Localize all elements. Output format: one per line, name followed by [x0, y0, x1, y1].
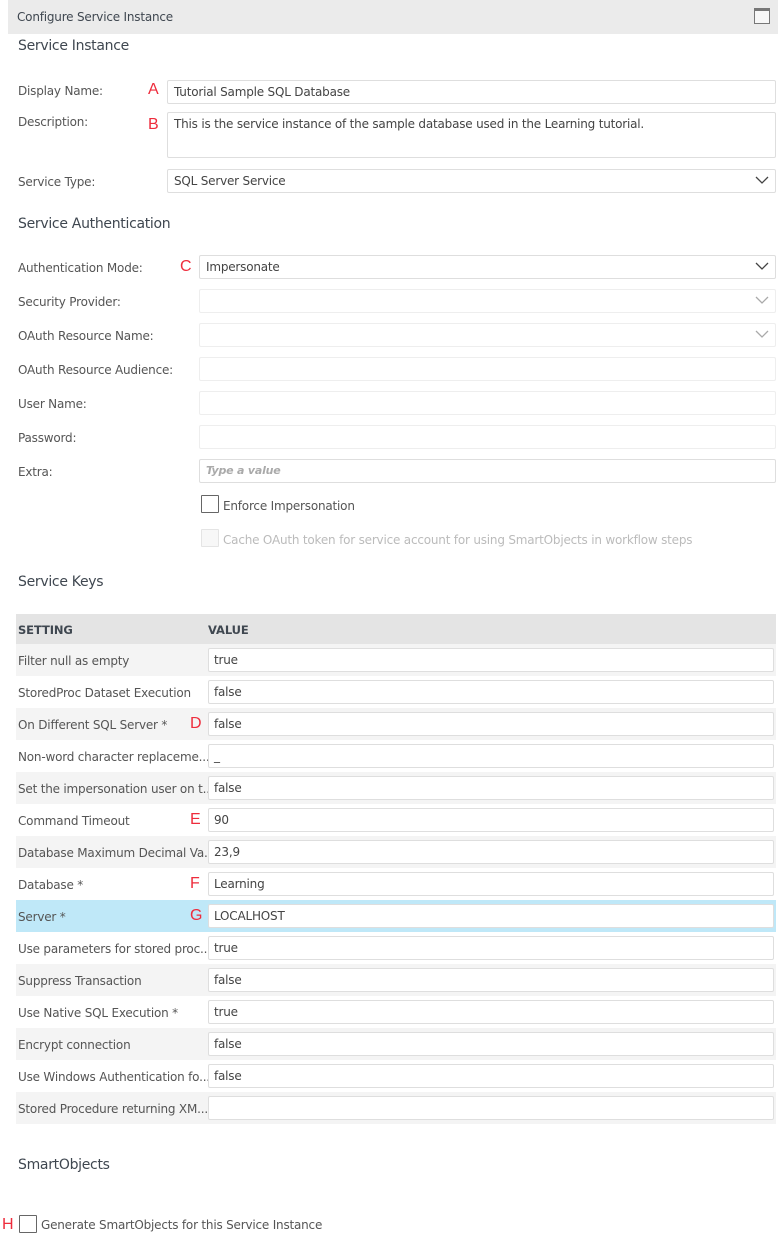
service-keys-table: SETTING VALUE Filter null as empty true St… — [16, 614, 776, 1124]
section-title-service-instance: Service Instance — [18, 38, 129, 54]
column-header-setting: SETTING — [18, 623, 73, 637]
service-type-select[interactable]: SQL Server Service — [167, 169, 776, 193]
setting-name: Server * — [18, 910, 66, 924]
table-header: SETTING VALUE — [16, 614, 776, 644]
table-row[interactable]: Use parameters for stored proc... true — [16, 932, 776, 964]
enforce-impersonation-checkbox[interactable] — [201, 495, 219, 513]
annotation-marker-a: A — [148, 81, 159, 98]
service-type-label: Service Type: — [18, 175, 96, 189]
generate-smartobjects-checkbox[interactable] — [19, 1215, 37, 1233]
window-maximize-icon[interactable] — [754, 8, 770, 24]
enforce-impersonation-label: Enforce Impersonation — [223, 499, 355, 513]
section-title-service-authentication: Service Authentication — [18, 216, 171, 232]
table-row[interactable]: Use Windows Authentication fo... false — [16, 1060, 776, 1092]
setting-name: StoredProc Dataset Execution — [18, 686, 191, 700]
oauth-resource-name-label: OAuth Resource Name: — [18, 329, 154, 343]
description-label: Description: — [18, 115, 88, 129]
setting-value-input[interactable]: false — [208, 1064, 774, 1088]
password-label: Password: — [18, 431, 77, 445]
setting-name: On Different SQL Server * — [18, 718, 168, 732]
authentication-mode-label: Authentication Mode: — [18, 261, 143, 275]
dialog-title: Configure Service Instance — [17, 10, 173, 24]
setting-value-input[interactable] — [208, 1096, 774, 1120]
security-provider-label: Security Provider: — [18, 295, 121, 309]
setting-name: Use Windows Authentication fo... — [18, 1070, 210, 1084]
annotation-marker-g: G — [190, 907, 203, 924]
table-row[interactable]: Set the impersonation user on t... false — [16, 772, 776, 804]
setting-value-input[interactable]: true — [208, 648, 774, 672]
service-type-value: SQL Server Service — [174, 174, 286, 188]
setting-name: Set the impersonation user on t... — [18, 782, 214, 796]
setting-name: Suppress Transaction — [18, 974, 142, 988]
table-row[interactable]: Server * G LOCALHOST — [16, 900, 776, 932]
setting-name: Command Timeout — [18, 814, 130, 828]
extra-label: Extra: — [18, 465, 53, 479]
setting-name: Use parameters for stored proc... — [18, 942, 211, 956]
display-name-label: Display Name: — [18, 84, 103, 98]
cache-oauth-token-label: Cache OAuth token for service account fo… — [223, 533, 693, 547]
generate-smartobjects-label: Generate SmartObjects for this Service I… — [41, 1218, 323, 1232]
authentication-mode-value: Impersonate — [206, 260, 280, 274]
chevron-down-icon — [755, 295, 769, 305]
annotation-marker-d: D — [190, 715, 202, 732]
setting-name: Use Native SQL Execution * — [18, 1006, 178, 1020]
setting-value-input[interactable]: Learning — [208, 872, 774, 896]
table-row[interactable]: Filter null as empty true — [16, 644, 776, 676]
password-input[interactable] — [199, 425, 776, 449]
section-title-smartobjects: SmartObjects — [18, 1157, 110, 1173]
user-name-input[interactable] — [199, 391, 776, 415]
chevron-down-icon — [755, 329, 769, 339]
table-row[interactable]: Suppress Transaction false — [16, 964, 776, 996]
table-row[interactable]: Database * F Learning — [16, 868, 776, 900]
description-textarea[interactable]: This is the service instance of the samp… — [167, 112, 776, 158]
annotation-marker-c: C — [180, 258, 192, 275]
column-header-value: VALUE — [208, 623, 249, 637]
security-provider-select[interactable] — [199, 289, 776, 313]
annotation-marker-b: B — [148, 116, 159, 133]
display-name-input[interactable]: Tutorial Sample SQL Database — [167, 80, 776, 104]
authentication-mode-select[interactable]: Impersonate — [199, 255, 776, 279]
table-row[interactable]: On Different SQL Server * Dfalse — [16, 708, 776, 740]
dialog-title-bar: Configure Service Instance — [8, 0, 778, 34]
chevron-down-icon — [755, 261, 769, 271]
setting-name: Non-word character replaceme... — [18, 750, 210, 764]
setting-name: Database * — [18, 878, 84, 892]
setting-value-input[interactable]: true — [208, 1000, 774, 1024]
table-row[interactable]: Database Maximum Decimal Va... 23,9 — [16, 836, 776, 868]
user-name-label: User Name: — [18, 397, 87, 411]
table-row[interactable]: Stored Procedure returning XM... — [16, 1092, 776, 1124]
oauth-resource-name-select[interactable] — [199, 323, 776, 347]
annotation-marker-h: H — [2, 1216, 14, 1233]
annotation-marker-f: F — [190, 875, 200, 892]
table-row[interactable]: Use Native SQL Execution * true — [16, 996, 776, 1028]
setting-value-input[interactable]: false — [208, 680, 774, 704]
table-row[interactable]: Encrypt connection false — [16, 1028, 776, 1060]
setting-value-input[interactable]: 90 — [208, 808, 774, 832]
setting-value-input[interactable]: false — [208, 968, 774, 992]
table-row[interactable]: StoredProc Dataset Execution false — [16, 676, 776, 708]
setting-value-input[interactable]: false — [208, 776, 774, 800]
setting-name: Stored Procedure returning XM... — [18, 1102, 208, 1116]
extra-input[interactable]: Type a value — [199, 459, 776, 483]
table-row[interactable]: Non-word character replaceme... _ — [16, 740, 776, 772]
annotation-marker-e: E — [190, 811, 201, 828]
table-row[interactable]: Command Timeout E 90 — [16, 804, 776, 836]
setting-name: Encrypt connection — [18, 1038, 131, 1052]
setting-value-input[interactable]: 23,9 — [208, 840, 774, 864]
setting-value-input[interactable]: false — [208, 712, 774, 736]
section-title-service-keys: Service Keys — [18, 574, 104, 590]
oauth-resource-audience-label: OAuth Resource Audience: — [18, 363, 173, 377]
setting-value-input[interactable]: _ — [208, 744, 774, 768]
oauth-resource-audience-input[interactable] — [199, 357, 776, 381]
setting-name: Filter null as empty — [18, 654, 130, 668]
setting-name: Database Maximum Decimal Va... — [18, 846, 215, 860]
setting-value-input[interactable]: false — [208, 1032, 774, 1056]
chevron-down-icon — [755, 175, 769, 185]
cache-oauth-token-checkbox[interactable] — [201, 529, 219, 547]
setting-value-input[interactable]: true — [208, 936, 774, 960]
setting-value-input[interactable]: LOCALHOST — [208, 904, 774, 928]
